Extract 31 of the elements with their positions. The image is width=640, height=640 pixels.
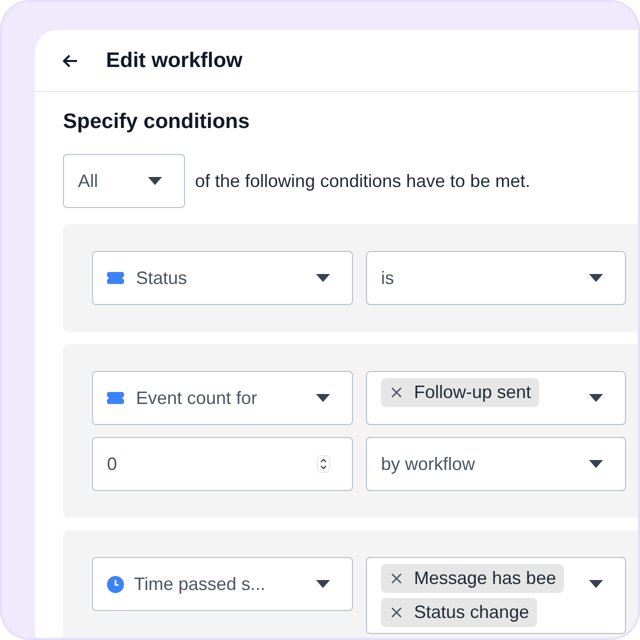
condition-text: of the following conditions have to be met. [195, 170, 530, 193]
select-field[interactable]: Status [92, 251, 353, 305]
section-heading: Specify conditions [63, 109, 251, 135]
caret-icon [589, 394, 603, 402]
back-arrow-icon[interactable] [62, 54, 78, 68]
number-field[interactable]: 0 [92, 437, 353, 491]
chip-label: Follow-up sent [414, 381, 532, 404]
close-icon[interactable] [391, 607, 402, 618]
caret-icon [148, 177, 162, 185]
clock-icon [107, 576, 124, 592]
caret-icon [316, 580, 330, 588]
select-field[interactable]: is [366, 251, 626, 305]
close-icon[interactable] [391, 387, 402, 398]
stepper-icon[interactable] [317, 455, 330, 473]
select-field[interactable]: by workflow [366, 437, 626, 491]
tag-icon [107, 272, 124, 284]
caret-icon [589, 274, 603, 282]
select-field[interactable]: Event count for [92, 371, 353, 425]
multi-select-field[interactable]: Follow-up sent [366, 371, 626, 425]
close-icon[interactable] [391, 573, 402, 584]
multi-select-field[interactable]: Message has bee Status change [366, 557, 626, 634]
select-field[interactable]: Time passed s... [92, 557, 353, 611]
caret-icon [589, 580, 603, 588]
caret-icon [589, 460, 603, 468]
tag-icon [107, 392, 124, 404]
chip-label: Message has bee [414, 567, 556, 590]
page-title: Edit workflow [106, 48, 242, 74]
chip-label: Status change [414, 601, 530, 624]
caret-icon [316, 394, 330, 402]
match-dropdown[interactable]: All [63, 154, 185, 208]
caret-icon [316, 274, 330, 282]
